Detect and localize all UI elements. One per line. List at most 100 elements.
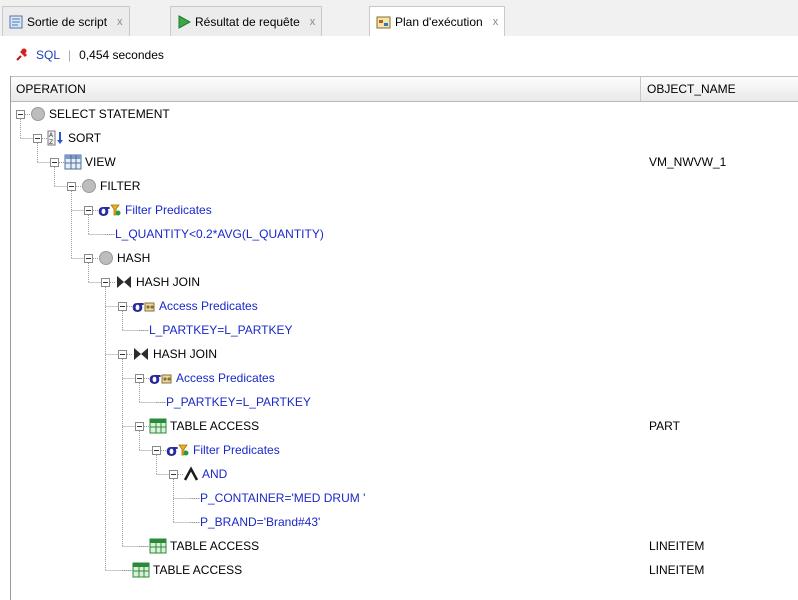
plan-row[interactable]: L_PARTKEY=L_PARTKEY — [11, 318, 798, 342]
plan-node-label: FILTER — [100, 179, 141, 193]
plan-node-label: TABLE ACCESS — [153, 563, 243, 577]
svg-text:σ: σ — [149, 370, 161, 386]
plan-node[interactable]: L_QUANTITY<0.2*AVG(L_QUANTITY) — [115, 222, 324, 246]
plan-node[interactable]: FILTER — [81, 174, 140, 198]
tab-execution-plan-label: Plan d'exécution — [395, 15, 483, 29]
plan-row[interactable]: σ Access Predicates — [11, 366, 798, 390]
execution-plan-grid: OPERATION OBJECT_NAME SELECT STATEMENT A Z… — [10, 76, 798, 600]
circle-gray-icon — [81, 178, 97, 194]
object-name-cell: PART — [649, 419, 680, 433]
plan-row[interactable]: VIEW VM_NWVW_1 — [11, 150, 798, 174]
bowtie-join-icon — [132, 346, 150, 362]
plan-node[interactable]: A Z SORT — [47, 126, 101, 150]
view-table-icon — [64, 154, 82, 170]
bowtie-join-icon — [115, 274, 133, 290]
plan-node[interactable]: HASH JOIN — [132, 342, 217, 366]
plan-row[interactable]: HASH — [11, 246, 798, 270]
sigma-filter-icon: σ — [166, 442, 190, 458]
plan-row[interactable]: A Z SORT — [11, 126, 798, 150]
plan-node[interactable]: HASH JOIN — [115, 270, 200, 294]
collapse-toggle-icon[interactable] — [135, 374, 144, 383]
plan-node[interactable]: TABLE ACCESS — [149, 534, 259, 558]
execution-time: 0,454 secondes — [79, 48, 164, 62]
plan-node[interactable]: TABLE ACCESS — [132, 558, 242, 582]
plan-node[interactable]: L_PARTKEY=L_PARTKEY — [149, 318, 293, 342]
tab-close-icon[interactable]: x — [310, 16, 316, 28]
plan-node[interactable]: VIEW — [64, 150, 116, 174]
plan-node[interactable]: P_CONTAINER='MED DRUM ' — [200, 486, 365, 510]
collapse-toggle-icon[interactable] — [118, 302, 127, 311]
collapse-toggle-icon[interactable] — [135, 422, 144, 431]
plan-node[interactable]: HASH — [98, 246, 150, 270]
tab-bar: Sortie de script x Résultat de requête x… — [0, 0, 798, 37]
sigma-filter-icon: σ — [98, 202, 122, 218]
plan-row[interactable]: σ Filter Predicates — [11, 198, 798, 222]
plan-node-label: P_PARTKEY=L_PARTKEY — [166, 395, 311, 409]
collapse-toggle-icon[interactable] — [33, 134, 42, 143]
plan-row[interactable]: TABLE ACCESS LINEITEM — [11, 534, 798, 558]
plan-row[interactable]: HASH JOIN — [11, 270, 798, 294]
plan-node[interactable]: P_BRAND='Brand#43' — [200, 510, 320, 534]
plan-node-label: L_QUANTITY<0.2*AVG(L_QUANTITY) — [115, 227, 324, 241]
circle-gray-icon — [30, 106, 46, 122]
svg-text:σ: σ — [98, 202, 110, 218]
tab-close-icon[interactable]: x — [117, 16, 123, 28]
pin-icon[interactable] — [14, 47, 30, 63]
collapse-toggle-icon[interactable] — [101, 278, 110, 287]
plan-node[interactable]: P_PARTKEY=L_PARTKEY — [166, 390, 311, 414]
sigma-access-icon: σ — [149, 370, 173, 386]
column-header-object-name[interactable]: OBJECT_NAME — [642, 77, 792, 101]
plan-node[interactable]: σ Access Predicates — [149, 366, 275, 390]
column-header-operation[interactable]: OPERATION — [11, 77, 641, 101]
collapse-toggle-icon[interactable] — [169, 470, 178, 479]
sigma-access-icon: σ — [132, 298, 156, 314]
object-name-cell: VM_NWVW_1 — [649, 155, 727, 169]
run-icon — [178, 14, 191, 29]
plan-row[interactable]: FILTER — [11, 174, 798, 198]
plan-node-label: TABLE ACCESS — [170, 539, 260, 553]
grid-header: OPERATION OBJECT_NAME — [11, 76, 798, 102]
plan-row[interactable]: L_QUANTITY<0.2*AVG(L_QUANTITY) — [11, 222, 798, 246]
plan-row[interactable]: TABLE ACCESS PART — [11, 414, 798, 438]
plan-row[interactable]: AND — [11, 462, 798, 486]
collapse-toggle-icon[interactable] — [118, 350, 127, 359]
tab-script-output[interactable]: Sortie de script x — [2, 6, 130, 36]
plan-node-label: HASH JOIN — [153, 347, 218, 361]
plan-row[interactable]: P_BRAND='Brand#43' — [11, 510, 798, 534]
plan-node[interactable]: TABLE ACCESS — [149, 414, 259, 438]
sort-icon: AZ — [47, 130, 65, 146]
plan-row[interactable]: σ Filter Predicates — [11, 438, 798, 462]
explain-plan-icon — [376, 16, 391, 29]
svg-text:σ: σ — [166, 442, 178, 458]
plan-node-label: SELECT STATEMENT — [49, 107, 170, 121]
plan-node[interactable]: σ Filter Predicates — [98, 198, 212, 222]
tab-close-icon[interactable]: x — [493, 16, 499, 28]
plan-node-label: HASH — [117, 251, 151, 265]
plan-node-label: L_PARTKEY=L_PARTKEY — [149, 323, 293, 337]
collapse-toggle-icon[interactable] — [50, 158, 59, 167]
plan-node-label: P_BRAND='Brand#43' — [200, 515, 321, 529]
plan-node-label: SORT — [68, 131, 102, 145]
plan-row[interactable]: SELECT STATEMENT — [11, 102, 798, 126]
tab-query-result[interactable]: Résultat de requête x — [170, 6, 323, 36]
collapse-toggle-icon[interactable] — [152, 446, 161, 455]
plan-row[interactable]: P_CONTAINER='MED DRUM ' — [11, 486, 798, 510]
plan-node-label: AND — [202, 467, 228, 481]
sql-link[interactable]: SQL — [36, 48, 60, 62]
collapse-toggle-icon[interactable] — [16, 110, 25, 119]
plan-node[interactable]: SELECT STATEMENT — [30, 102, 170, 126]
plan-row[interactable]: P_PARTKEY=L_PARTKEY — [11, 390, 798, 414]
plan-node-label: Access Predicates — [159, 299, 258, 313]
collapse-toggle-icon[interactable] — [84, 254, 93, 263]
plan-node[interactable]: AND — [183, 462, 227, 486]
plan-node-label: HASH JOIN — [136, 275, 201, 289]
plan-node[interactable]: σ Access Predicates — [132, 294, 258, 318]
plan-row[interactable]: HASH JOIN — [11, 342, 798, 366]
toolbar: SQL | 0,454 secondes — [0, 36, 798, 74]
plan-row[interactable]: TABLE ACCESS LINEITEM — [11, 558, 798, 582]
tab-execution-plan[interactable]: Plan d'exécution x — [369, 6, 506, 37]
plan-row[interactable]: σ Access Predicates — [11, 294, 798, 318]
collapse-toggle-icon[interactable] — [67, 182, 76, 191]
collapse-toggle-icon[interactable] — [84, 206, 93, 215]
plan-node[interactable]: σ Filter Predicates — [166, 438, 280, 462]
